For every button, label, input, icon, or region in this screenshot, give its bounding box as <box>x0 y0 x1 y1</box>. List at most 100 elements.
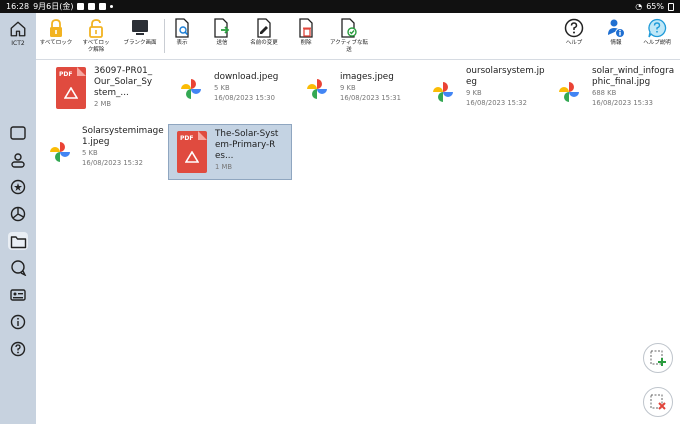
file-item-selected[interactable]: PDF The-Solar-System-Primary-Res... 1 MB <box>168 124 292 180</box>
unlock-icon <box>89 19 103 38</box>
user-icon <box>11 153 25 168</box>
add-document-icon <box>650 350 666 366</box>
unlock-all-label: すべてロック解除 <box>82 40 110 53</box>
file-item[interactable]: oursolarsystem.jpeg 9 KB 16/08/2023 15:3… <box>426 66 550 118</box>
toolbar: すべてロック すべてロック解除 ブランク画面 表示 送信 名前の変更 削除 アク… <box>36 13 680 60</box>
send-label: 送信 <box>216 40 228 46</box>
rename-icon <box>257 18 271 38</box>
active-transfer-icon <box>341 18 357 38</box>
unlock-all-button[interactable]: すべてロック解除 <box>76 17 116 54</box>
file-item[interactable]: PDF 36097-PR01_Our_Solar_System_... 2 MB <box>54 66 166 126</box>
home-icon <box>10 21 26 37</box>
file-date: 16/08/2023 15:32 <box>466 99 527 107</box>
file-date: 16/08/2023 15:33 <box>592 99 653 107</box>
file-item[interactable]: solar_wind_infographic_final.jpg 688 KB … <box>552 66 678 118</box>
file-size: 5 KB <box>214 84 230 92</box>
rail-chart-button[interactable] <box>8 205 28 223</box>
checkbox-notification-icon <box>77 3 85 10</box>
active-transfer-label: アクティブな転送 <box>330 40 368 53</box>
pie-chart-icon <box>10 206 26 222</box>
info-icon <box>10 314 26 330</box>
wifi-icon: ◔ <box>635 2 643 11</box>
rail-badge-button[interactable] <box>8 178 28 196</box>
help-description-button[interactable]: ヘルプ説明 <box>637 17 677 47</box>
info-button[interactable]: 情報 <box>596 17 636 47</box>
star-badge-icon <box>10 179 26 195</box>
file-date: 16/08/2023 15:31 <box>340 94 401 102</box>
photos-pinwheel-icon <box>433 82 453 102</box>
battery-level: 65% <box>646 2 664 11</box>
left-rail: ICT2 <box>0 13 36 424</box>
info-label: 情報 <box>610 40 622 46</box>
more-notifications-icon <box>110 5 114 8</box>
id-card-icon <box>10 289 26 301</box>
help-bubble-icon <box>648 18 667 38</box>
blank-screen-label: ブランク画面 <box>123 40 157 46</box>
active-transfer-button[interactable]: アクティブな転送 <box>326 17 372 54</box>
file-size: 1 MB <box>215 163 233 171</box>
question-icon <box>10 341 26 357</box>
blank-screen-button[interactable]: ブランク画面 <box>120 17 160 47</box>
rail-files-button[interactable] <box>8 232 28 250</box>
status-time: 16:28 <box>6 2 30 11</box>
file-size: 9 KB <box>340 84 356 92</box>
file-item[interactable]: images.jpeg 9 KB 16/08/2023 15:31 <box>300 72 420 106</box>
rail-help-button[interactable] <box>8 340 28 358</box>
monitor-icon <box>132 20 148 35</box>
remove-file-button[interactable] <box>643 387 673 417</box>
file-name: Solarsystemimage1.jpeg <box>82 126 164 147</box>
lock-all-button[interactable]: すべてロック <box>36 17 76 47</box>
lock-icon <box>50 19 62 37</box>
file-size: 2 MB <box>94 100 112 108</box>
file-date: 16/08/2023 15:30 <box>214 94 275 102</box>
file-browser: PDF 36097-PR01_Our_Solar_System_... 2 MB… <box>36 60 680 424</box>
photos-pinwheel-icon <box>559 82 579 102</box>
rename-label: 名前の変更 <box>250 40 278 46</box>
status-bar: 16:28 9月6日(金) ◔ 65% <box>0 0 680 13</box>
send-button[interactable]: 送信 <box>202 17 242 47</box>
rail-user-button[interactable] <box>8 151 28 169</box>
help-label: ヘルプ <box>565 40 583 46</box>
file-item[interactable]: download.jpeg 5 KB 16/08/2023 15:30 <box>174 72 294 106</box>
view-document-icon <box>175 18 189 38</box>
rail-id-card-button[interactable] <box>8 286 28 304</box>
help-icon <box>564 18 584 38</box>
photos-pinwheel-icon <box>181 79 201 99</box>
file-size: 688 KB <box>592 89 617 97</box>
user-info-icon <box>608 19 625 38</box>
add-file-button[interactable] <box>643 343 673 373</box>
rail-chat-button[interactable] <box>8 259 28 277</box>
file-date: 16/08/2023 15:32 <box>82 159 143 167</box>
remove-document-icon <box>650 394 666 410</box>
view-button[interactable]: 表示 <box>162 17 202 47</box>
home-button[interactable]: ICT2 <box>0 13 36 57</box>
photos-pinwheel-icon <box>307 79 327 99</box>
delete-icon <box>299 18 313 38</box>
chat-icon <box>10 260 26 276</box>
rename-button[interactable]: 名前の変更 <box>244 17 284 47</box>
image-notification-icon <box>99 3 107 10</box>
file-name: The-Solar-System-Primary-Res... <box>215 129 279 161</box>
pdf-file-icon: PDF <box>56 67 86 109</box>
delete-button[interactable]: 削除 <box>286 17 326 47</box>
file-name: images.jpeg <box>340 72 394 82</box>
screen-icon <box>10 126 26 140</box>
view-label: 表示 <box>176 40 188 46</box>
home-label: ICT2 <box>11 40 25 47</box>
photos-pinwheel-icon <box>50 142 70 162</box>
rail-info-button[interactable] <box>8 313 28 331</box>
file-size: 5 KB <box>82 149 98 157</box>
help-button[interactable]: ヘルプ <box>554 17 594 47</box>
delete-label: 削除 <box>300 40 312 46</box>
file-item[interactable]: Solarsystemimage1.jpeg 5 KB 16/08/2023 1… <box>44 126 168 178</box>
battery-icon <box>668 2 674 11</box>
rail-screen-button[interactable] <box>8 124 28 142</box>
file-name: oursolarsystem.jpeg <box>466 66 545 87</box>
file-name: download.jpeg <box>214 72 279 82</box>
file-size: 9 KB <box>466 89 482 97</box>
folder-icon <box>10 235 26 248</box>
pdf-file-icon: PDF <box>177 131 207 173</box>
file-name: 36097-PR01_Our_Solar_System_... <box>94 66 153 98</box>
help-description-label: ヘルプ説明 <box>643 40 671 46</box>
person-notification-icon <box>88 3 96 10</box>
